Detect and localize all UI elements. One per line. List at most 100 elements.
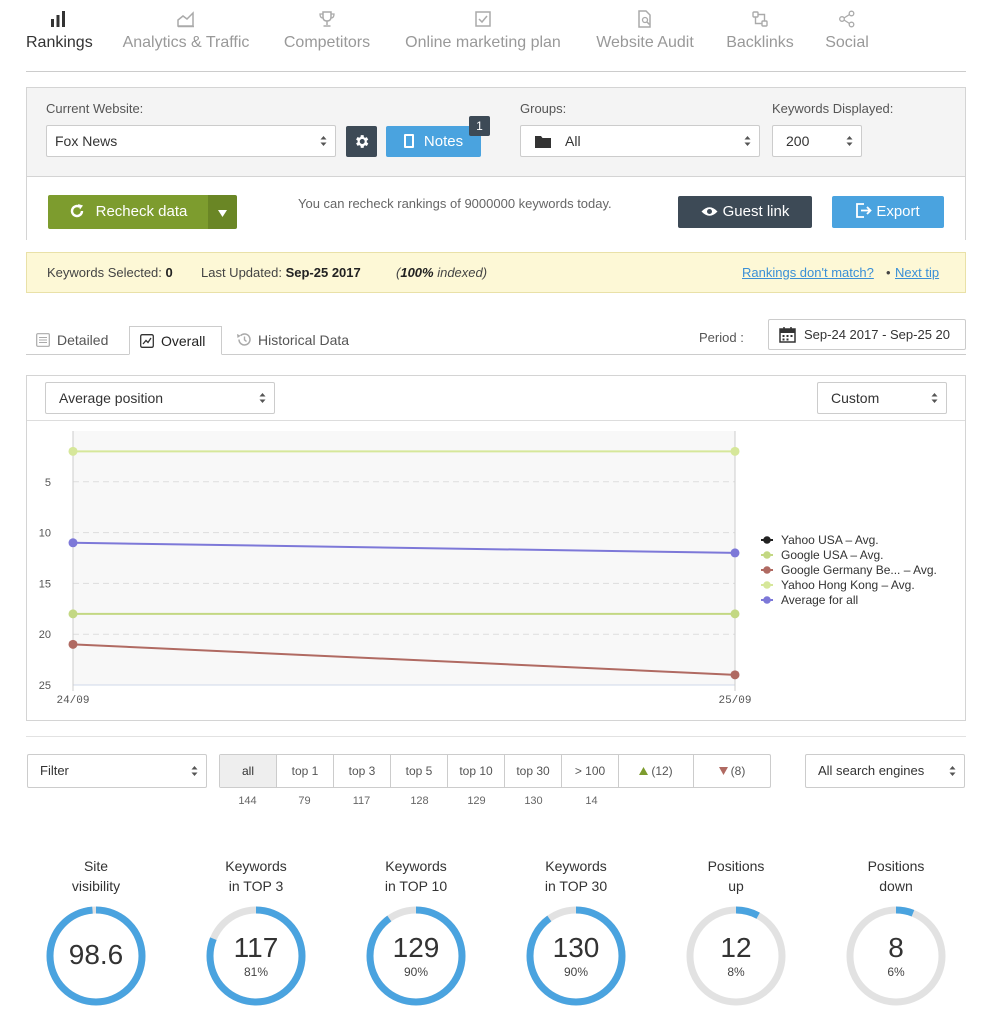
segment-top-10[interactable]: top 10 bbox=[448, 755, 505, 787]
tab-label: Overall bbox=[161, 333, 206, 349]
nav-item-website-audit[interactable]: Website Audit bbox=[594, 10, 696, 52]
history-icon bbox=[237, 333, 251, 346]
nav-label: Competitors bbox=[283, 34, 371, 51]
legend-item: Yahoo USA – Avg. bbox=[781, 533, 879, 547]
stat-title-line: Positions bbox=[707, 858, 765, 874]
period-value: Sep-24 2017 - Sep-25 20 bbox=[804, 327, 950, 342]
tab-detailed[interactable]: Detailed bbox=[26, 326, 129, 355]
segment-count: 117 bbox=[352, 795, 371, 807]
website-select[interactable]: Fox News bbox=[46, 125, 336, 157]
stat-title-line: in TOP 10 bbox=[384, 878, 448, 894]
metric-select[interactable]: Average position bbox=[45, 382, 275, 414]
nav-label: Website Audit bbox=[596, 34, 694, 51]
guest-link-button[interactable]: Guest link bbox=[678, 196, 812, 228]
select-arrows-icon bbox=[949, 766, 956, 776]
filter-select[interactable]: Filter bbox=[27, 754, 207, 788]
segment-all[interactable]: all bbox=[220, 755, 277, 787]
keywords-displayed-select[interactable]: 200 bbox=[772, 125, 862, 157]
settings-gear-button[interactable] bbox=[346, 126, 377, 157]
nav-item-backlinks[interactable]: Backlinks bbox=[726, 10, 794, 52]
segment-top-30[interactable]: top 30 bbox=[505, 755, 562, 787]
next-tip-link[interactable]: Next tip bbox=[895, 253, 939, 292]
bar-chart-icon bbox=[26, 10, 90, 32]
stat-title-line: in TOP 30 bbox=[544, 878, 608, 894]
status-bar: Keywords Selected: 0 Last Updated: Sep-2… bbox=[26, 252, 966, 293]
donut-chart: 98.6 bbox=[46, 906, 146, 1006]
legend-swatch bbox=[763, 581, 771, 589]
stat-title-line: Site bbox=[83, 858, 109, 874]
stat-card: Site visibility 98.6 bbox=[21, 856, 171, 1008]
chart-controls: Average position Custom bbox=[27, 376, 965, 421]
last-updated-label: Last Updated: bbox=[201, 265, 282, 280]
segment-count: 14 bbox=[585, 795, 598, 807]
data-point bbox=[730, 548, 740, 558]
refresh-icon bbox=[70, 204, 83, 218]
x-tick-label: 24/09 bbox=[56, 695, 89, 707]
line-chart-icon bbox=[140, 334, 154, 348]
indexed-percent: 100% bbox=[400, 265, 434, 280]
stat-value: 8 bbox=[888, 932, 904, 963]
tab-historical-data[interactable]: Historical Data bbox=[226, 326, 376, 355]
y-tick-label: 10 bbox=[39, 528, 51, 540]
data-point bbox=[730, 446, 740, 456]
nav-label: Rankings bbox=[26, 34, 93, 51]
range-select[interactable]: Custom bbox=[817, 382, 947, 414]
segment-top-5[interactable]: top 5 bbox=[391, 755, 448, 787]
stat-title-line: Keywords bbox=[545, 858, 607, 874]
groups-select[interactable]: All bbox=[520, 125, 760, 157]
recheck-options-dropdown[interactable] bbox=[208, 195, 237, 229]
select-arrows-icon bbox=[259, 393, 266, 403]
export-label: Export bbox=[876, 203, 920, 220]
area-chart-icon bbox=[122, 10, 250, 32]
nav-item-rankings[interactable]: Rankings bbox=[26, 10, 93, 52]
recheck-data-button[interactable]: Recheck data bbox=[48, 195, 208, 229]
nav-item-social[interactable]: Social bbox=[824, 10, 870, 52]
export-button[interactable]: Export bbox=[832, 196, 944, 228]
stat-card: Positions down 8 6% bbox=[821, 856, 971, 1008]
period-label: Period : bbox=[699, 330, 744, 345]
caret-down-icon bbox=[218, 210, 227, 217]
segment-top-1[interactable]: top 1 bbox=[277, 755, 334, 787]
nav-item-analytics[interactable]: Analytics & Traffic bbox=[122, 10, 250, 52]
stat-card: Keywords in TOP 3 117 81% bbox=[181, 856, 331, 1008]
guest-link-label: Guest link bbox=[722, 203, 790, 220]
nav-item-marketing-plan[interactable]: Online marketing plan bbox=[403, 10, 563, 52]
list-icon bbox=[36, 333, 50, 347]
segment-top-3[interactable]: top 3 bbox=[334, 755, 391, 787]
stat-title: Keywords in TOP 30 bbox=[501, 856, 651, 898]
segment-count: 144 bbox=[238, 795, 257, 807]
nav-label: Analytics & Traffic bbox=[122, 34, 250, 51]
donut-chart: 128% bbox=[686, 906, 786, 1006]
rankings-mismatch-link[interactable]: Rankings don't match? bbox=[742, 253, 874, 292]
search-engines-select[interactable]: All search engines bbox=[805, 754, 965, 788]
indexed-status: (100% indexed) bbox=[396, 265, 488, 280]
tab-overall[interactable]: Overall bbox=[129, 326, 222, 355]
range-value: Custom bbox=[831, 390, 880, 406]
stat-card: Positions up 12 8% bbox=[661, 856, 811, 1008]
segment-over-100[interactable]: > 100 bbox=[562, 755, 619, 787]
settings-panel: Current Website: Fox News Notes 1 Groups… bbox=[26, 87, 966, 240]
link-separator: • bbox=[886, 265, 891, 280]
eye-icon bbox=[701, 207, 718, 216]
nav-label: Backlinks bbox=[726, 34, 794, 51]
segment-positions-down[interactable]: (8) bbox=[694, 755, 770, 787]
y-tick-label: 15 bbox=[39, 578, 51, 590]
notebook-icon bbox=[403, 134, 414, 148]
tab-label: Detailed bbox=[57, 332, 109, 348]
period-date-picker[interactable]: Sep-24 2017 - Sep-25 20 bbox=[768, 319, 966, 350]
settings-actions-row: Recheck data You can recheck rankings of… bbox=[27, 176, 965, 240]
data-point bbox=[68, 446, 78, 456]
legend-swatch bbox=[763, 536, 771, 544]
nav-item-competitors[interactable]: Competitors bbox=[281, 10, 373, 52]
nav-label: Online marketing plan bbox=[405, 34, 561, 51]
stat-percent: 81% bbox=[244, 965, 268, 979]
notes-button[interactable]: Notes bbox=[386, 126, 481, 157]
indexed-text: indexed) bbox=[433, 265, 488, 280]
stat-percent: 90% bbox=[404, 965, 428, 979]
notes-label: Notes bbox=[423, 133, 464, 150]
stat-title-line: down bbox=[879, 878, 913, 894]
stat-percent: 8% bbox=[727, 965, 745, 979]
segment-positions-up[interactable]: (12) bbox=[619, 755, 694, 787]
website-label: Current Website: bbox=[46, 101, 144, 116]
data-point bbox=[730, 670, 740, 680]
